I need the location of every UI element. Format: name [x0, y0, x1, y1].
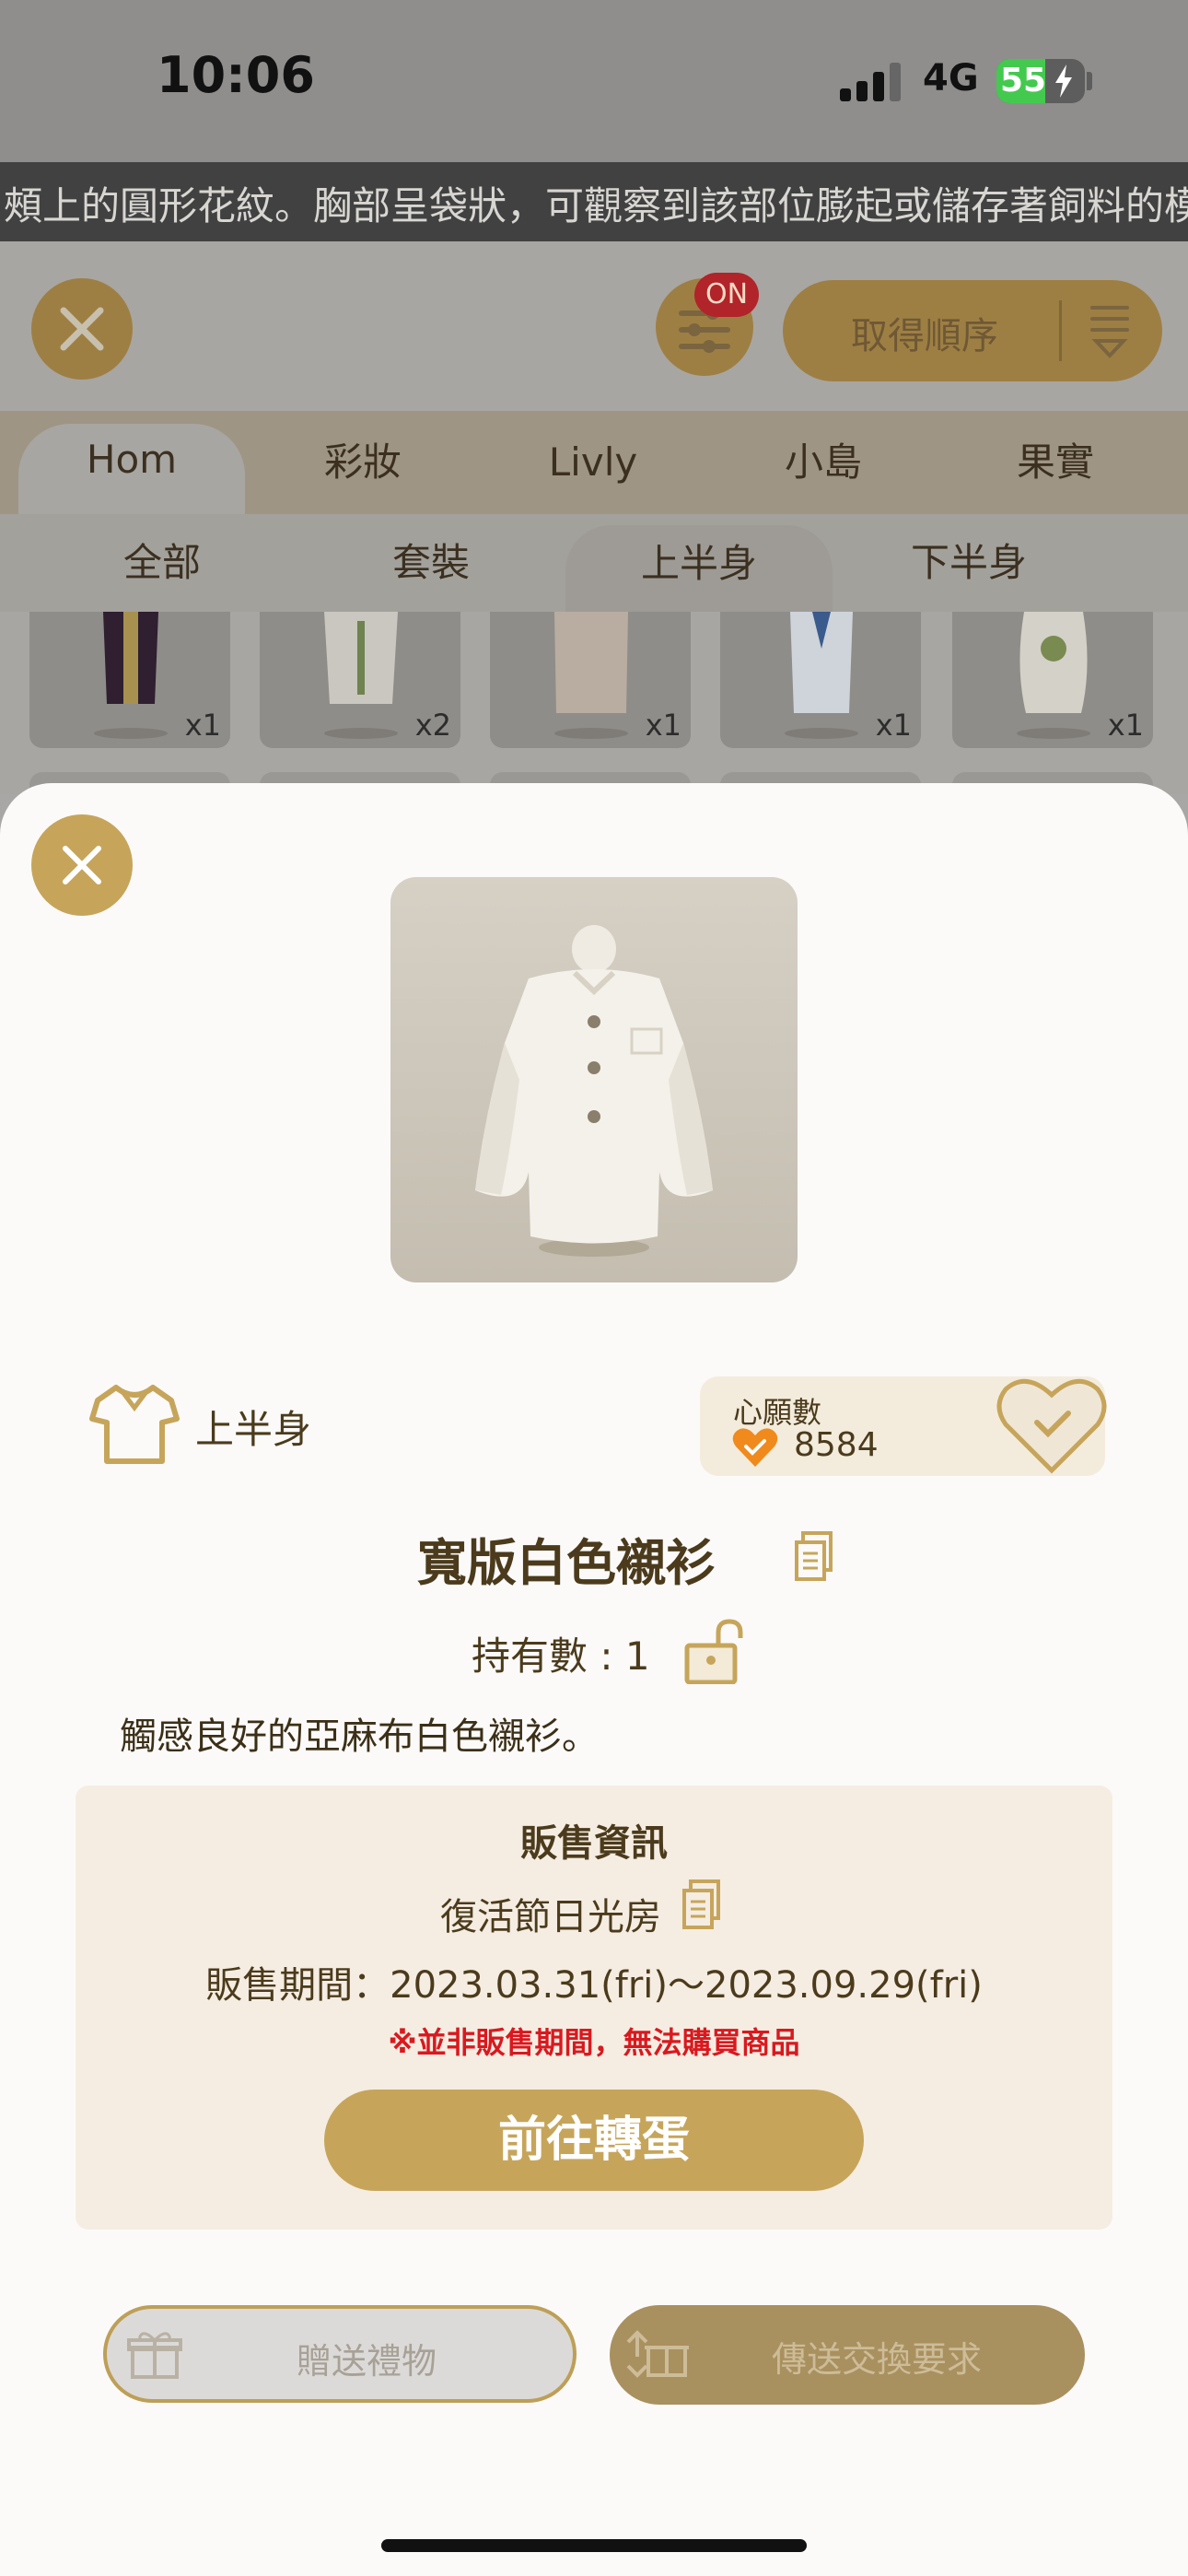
- tab-tops[interactable]: 上半身: [565, 525, 833, 612]
- trade-gift-icon: [626, 2330, 689, 2378]
- owned-count: 持有數 : 1: [472, 1633, 650, 1679]
- close-icon: [63, 846, 101, 884]
- send-trade-label: 傳送交換要求: [772, 2339, 983, 2380]
- sale-period: 販售期間：2023.03.31(fri)～2023.09.29(fri): [205, 1964, 983, 2007]
- inventory-item[interactable]: x1: [952, 612, 1153, 748]
- network-type: 4G: [923, 57, 979, 100]
- main-category-tabs: Hom 彩妝 Livly 小島 果實: [0, 411, 1188, 514]
- status-time: 10:06: [157, 46, 315, 104]
- sort-order-button[interactable]: 取得順序: [783, 280, 1162, 381]
- inventory-close-button[interactable]: [31, 278, 133, 380]
- sort-divider: [1059, 300, 1062, 361]
- heart-check-icon: [732, 1428, 778, 1467]
- inventory-item[interactable]: x1: [490, 612, 691, 748]
- scrolling-news-ticker: 頰上的圓形花紋。胸部呈袋狀，可觀察到該部位膨起或儲存著飼料的模樣: [0, 162, 1188, 241]
- battery-icon: 55: [996, 59, 1085, 103]
- wishlist-count: 8584: [794, 1426, 879, 1464]
- tab-bottoms[interactable]: 下半身: [877, 514, 1061, 612]
- sort-label: 取得順序: [851, 315, 998, 357]
- close-icon: [60, 307, 104, 351]
- tab-makeup[interactable]: 彩妝: [273, 411, 453, 514]
- charging-bolt-icon: [1055, 64, 1072, 98]
- send-gift-label: 贈送禮物: [297, 2341, 437, 2382]
- clothing-thumbnail: [94, 612, 168, 739]
- tab-fruit[interactable]: 果實: [965, 411, 1146, 514]
- battery-cap: [1087, 72, 1092, 90]
- ticker-text: 頰上的圓形花紋。胸部呈袋狀，可觀察到該部位膨起或儲存著飼料的模樣: [4, 183, 1188, 228]
- shirt-icon: [89, 1385, 180, 1464]
- inventory-item[interactable]: x1: [720, 612, 921, 748]
- sort-descending-icon: [1090, 306, 1129, 358]
- gift-icon: [127, 2332, 182, 2379]
- tab-island[interactable]: 小島: [733, 411, 914, 514]
- sale-warning: ※並非販售期間，無法購買商品: [388, 2025, 800, 2060]
- home-indicator[interactable]: [381, 2539, 807, 2552]
- tab-outfit[interactable]: 套裝: [339, 514, 523, 612]
- add-to-wishlist-heart-icon[interactable]: [995, 1373, 1109, 1476]
- item-count: x1: [645, 708, 681, 743]
- inventory-item[interactable]: x1: [29, 612, 230, 748]
- modal-close-button[interactable]: [31, 814, 133, 916]
- sale-info-title: 販售資訊: [520, 1822, 668, 1865]
- item-count: x1: [875, 708, 912, 743]
- sale-shop-name: 復活節日光房: [440, 1896, 661, 1938]
- item-name: 寬版白色襯衫: [417, 1534, 716, 1592]
- tab-all[interactable]: 全部: [70, 514, 254, 612]
- item-count: x2: [414, 708, 451, 743]
- item-category: 上半身: [195, 1407, 312, 1452]
- cellular-signal-icon: [840, 61, 904, 101]
- white-shirt-illustration: [475, 925, 713, 1257]
- item-preview-image: [390, 877, 798, 1282]
- item-count: x1: [184, 708, 221, 743]
- go-to-gacha-button[interactable]: 前往轉蛋: [324, 2090, 864, 2191]
- copy-icon[interactable]: [681, 1879, 722, 1931]
- inventory-item[interactable]: x2: [260, 612, 460, 748]
- battery-percent: 55: [1000, 62, 1047, 100]
- item-description: 觸感良好的亞麻布白色襯衫。: [120, 1715, 599, 1758]
- clothing-thumbnail: [554, 612, 628, 739]
- send-gift-button[interactable]: 贈送禮物: [103, 2305, 577, 2403]
- copy-icon[interactable]: [794, 1531, 834, 1583]
- filter-on-badge: ON: [694, 273, 759, 317]
- clothing-thumbnail: [324, 612, 398, 739]
- clothing-thumbnail: [1017, 612, 1090, 739]
- tab-livly[interactable]: Livly: [503, 411, 683, 514]
- unlock-icon[interactable]: [683, 1618, 750, 1684]
- tab-hom[interactable]: Hom: [18, 424, 245, 514]
- send-trade-request-button[interactable]: 傳送交換要求: [610, 2305, 1085, 2405]
- clothing-thumbnail: [785, 612, 858, 739]
- item-count: x1: [1107, 708, 1144, 743]
- sub-category-tabs: 全部 套裝 上半身 下半身: [0, 514, 1188, 612]
